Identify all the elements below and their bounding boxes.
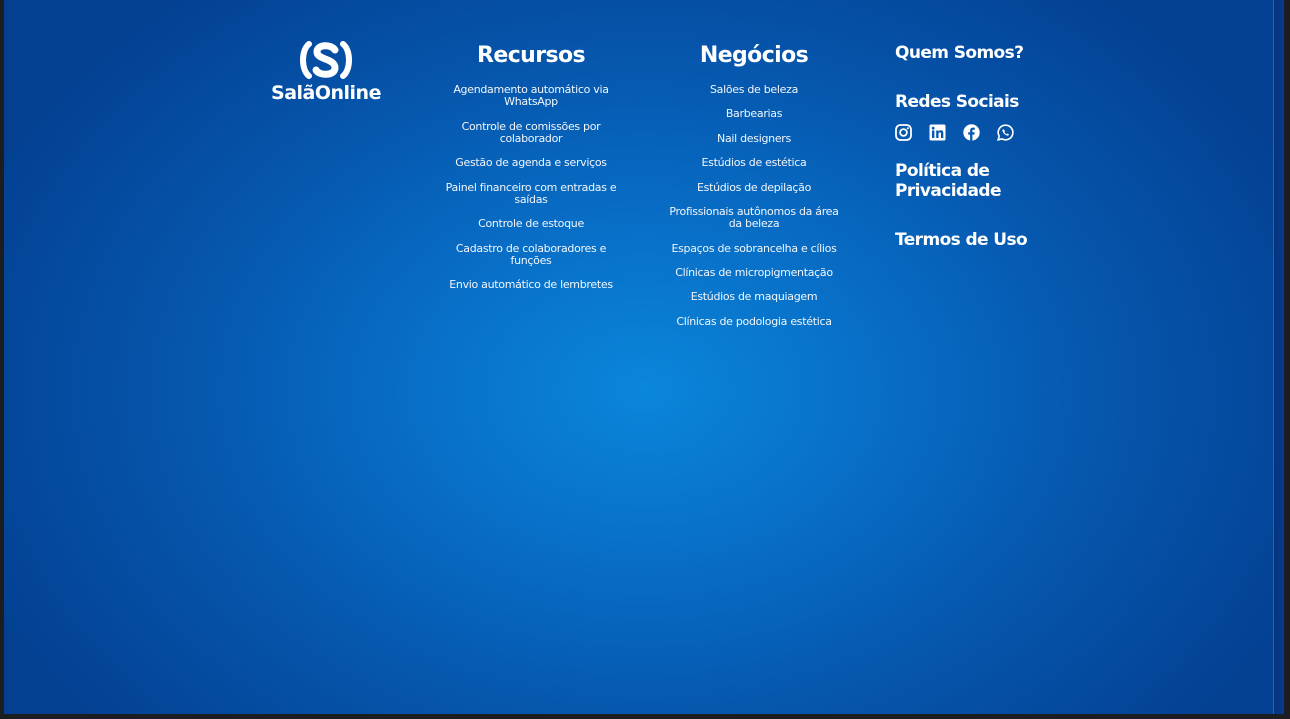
recursos-item[interactable]: Gestão de agenda e serviços xyxy=(445,156,617,169)
negocios-item[interactable]: Espaços de sobrancelha e cílios xyxy=(668,242,840,255)
negocios-item[interactable]: Nail designers xyxy=(668,132,840,145)
redes-sociais-heading: Redes Sociais xyxy=(895,92,1019,112)
instagram-icon[interactable] xyxy=(895,124,912,141)
recursos-item[interactable]: Controle de comissões por colaborador xyxy=(445,120,617,145)
brand-logo[interactable]: SalãOnline xyxy=(262,36,390,104)
recursos-item[interactable]: Painel financeiro com entradas e saídas xyxy=(445,181,617,206)
facebook-icon[interactable] xyxy=(963,124,980,141)
politica-privacidade-link[interactable]: Política de Privacidade xyxy=(895,161,1045,201)
logo-text: SalãOnline xyxy=(271,82,381,104)
negocios-item[interactable]: Salões de beleza xyxy=(668,83,840,96)
quem-somos-link[interactable]: Quem Somos? xyxy=(895,43,1024,63)
termos-de-uso-link[interactable]: Termos de Uso xyxy=(895,230,1028,250)
negocios-column: Negócios Salões de beleza Barbearias Nai… xyxy=(668,42,840,340)
recursos-title: Recursos xyxy=(477,43,586,68)
negocios-item[interactable]: Clínicas de podologia estética xyxy=(668,315,840,328)
recursos-list: Agendamento automático via WhatsApp Cont… xyxy=(445,83,617,291)
negocios-list: Salões de beleza Barbearias Nail designe… xyxy=(668,83,840,328)
logo-s-icon xyxy=(300,41,352,79)
negocios-item[interactable]: Clínicas de micropigmentação xyxy=(668,266,840,279)
recursos-item[interactable]: Cadastro de colaboradores e funções xyxy=(445,242,617,267)
linkedin-icon[interactable] xyxy=(929,124,946,141)
recursos-column: Recursos Agendamento automático via What… xyxy=(445,42,617,304)
recursos-item[interactable]: Envio automático de lembretes xyxy=(445,278,617,291)
negocios-item[interactable]: Estúdios de depilação xyxy=(668,181,840,194)
negocios-item[interactable]: Estúdios de estética xyxy=(668,156,840,169)
negocios-item[interactable]: Profissionais autônomos da área da belez… xyxy=(668,205,840,230)
negocios-item[interactable]: Estúdios de maquiagem xyxy=(668,291,840,303)
negocios-title: Negócios xyxy=(699,43,809,68)
negocios-item[interactable]: Barbearias xyxy=(668,108,840,120)
social-icons xyxy=(895,124,1031,141)
recursos-item[interactable]: Controle de estoque xyxy=(445,217,617,230)
recursos-item[interactable]: Agendamento automático via WhatsApp xyxy=(445,83,617,108)
whatsapp-icon[interactable] xyxy=(997,124,1014,141)
footer: SalãOnline Recursos Agendamento automáti… xyxy=(4,0,1284,714)
